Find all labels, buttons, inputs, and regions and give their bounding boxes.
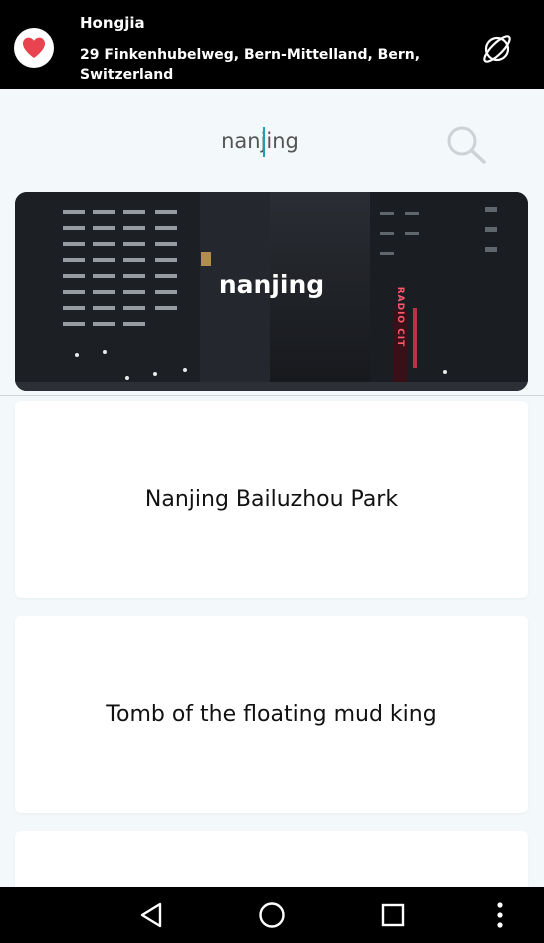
- result-card-label: Tomb of the floating mud king: [106, 702, 437, 727]
- result-card-3[interactable]: [15, 831, 528, 891]
- heart-icon: [23, 37, 45, 58]
- location-address: 29 Finkenhubelweg, Bern-Mittelland, Bern…: [80, 47, 421, 83]
- result-card-2[interactable]: Tomb of the floating mud king: [15, 616, 528, 813]
- favorite-button[interactable]: [14, 28, 54, 68]
- result-card-label: Nanjing Bailuzhou Park: [144, 487, 399, 512]
- back-button[interactable]: [135, 899, 167, 931]
- city-hero-card[interactable]: RADIO CIT nanjing: [15, 192, 528, 391]
- planet-icon: [483, 35, 511, 63]
- top-bar: Hongjia 29 Finkenhubelweg, Bern-Mittella…: [0, 0, 544, 89]
- user-name: Hongjia: [80, 14, 145, 32]
- hero-title: nanjing: [218, 270, 325, 299]
- explore-button[interactable]: [478, 30, 516, 68]
- text-caret: [263, 127, 265, 157]
- system-nav-bar: [0, 887, 544, 943]
- more-vertical-icon: [497, 902, 503, 928]
- recents-square-icon: [381, 903, 405, 927]
- back-triangle-icon: [140, 902, 162, 928]
- divider: [0, 395, 544, 396]
- result-card-1[interactable]: Nanjing Bailuzhou Park: [15, 401, 528, 598]
- search-bar: [0, 89, 544, 189]
- recents-button[interactable]: [377, 899, 409, 931]
- search-button[interactable]: [442, 123, 490, 167]
- search-input[interactable]: [110, 123, 410, 159]
- home-button[interactable]: [256, 899, 288, 931]
- search-icon: [447, 126, 486, 164]
- overflow-menu-button[interactable]: [484, 899, 516, 931]
- home-circle-icon: [259, 902, 285, 928]
